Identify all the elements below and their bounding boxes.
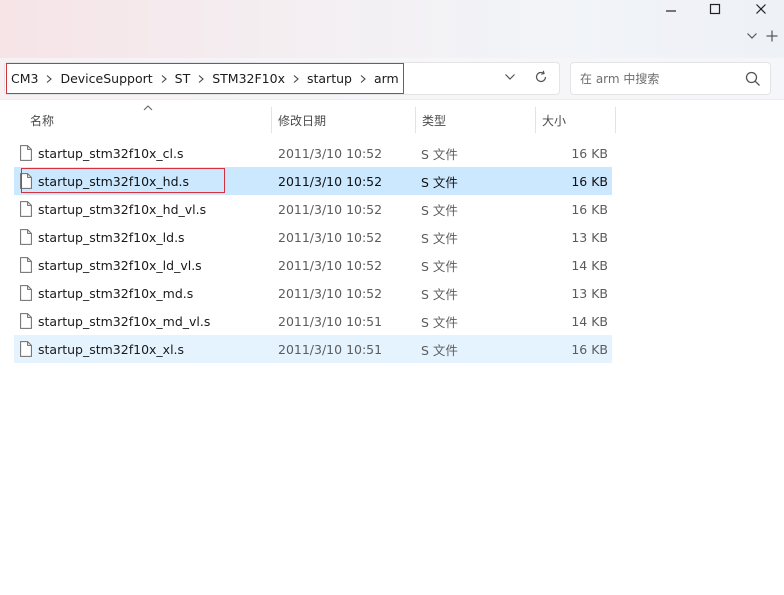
file-name[interactable]: startup_stm32f10x_hd.s: [38, 167, 189, 195]
file-date: 2011/3/10 10:52: [278, 257, 383, 273]
breadcrumb: CM3 DeviceSupport ST STM32F10x startup a…: [6, 63, 404, 94]
file-date: 2011/3/10 10:52: [278, 145, 383, 161]
file-row[interactable]: startup_stm32f10x_ld_vl.s 2011/3/10 10:52…: [14, 251, 612, 279]
file-icon: [20, 167, 34, 195]
file-size: 16 KB: [571, 341, 608, 357]
file-type: S 文件: [421, 174, 458, 190]
breadcrumb-item-stm32f10x[interactable]: STM32F10x: [212, 71, 285, 86]
tab-list-button[interactable]: [742, 28, 762, 46]
file-type: S 文件: [421, 146, 458, 162]
history-dropdown-button[interactable]: [499, 67, 521, 89]
file-name[interactable]: startup_stm32f10x_cl.s: [38, 139, 184, 167]
file-date: 2011/3/10 10:52: [278, 201, 383, 217]
file-list: startup_stm32f10x_cl.s 2011/3/10 10:52 S 文…: [14, 139, 612, 363]
column-divider[interactable]: [615, 107, 616, 133]
plus-icon: [766, 30, 778, 45]
file-name[interactable]: startup_stm32f10x_md_vl.s: [38, 307, 210, 335]
file-icon: [20, 139, 34, 167]
column-header-size[interactable]: 大小: [542, 107, 566, 133]
file-date: 2011/3/10 10:52: [278, 229, 383, 245]
file-name[interactable]: startup_stm32f10x_ld.s: [38, 223, 185, 251]
maximize-icon: [709, 3, 721, 15]
file-date: 2011/3/10 10:51: [278, 341, 383, 357]
close-button[interactable]: [738, 0, 784, 18]
breadcrumb-item-st[interactable]: ST: [175, 71, 191, 86]
file-row[interactable]: startup_stm32f10x_md.s 2011/3/10 10:52 S 文…: [14, 279, 612, 307]
file-type: S 文件: [421, 258, 458, 274]
column-divider[interactable]: [415, 107, 416, 133]
column-header-type[interactable]: 类型: [422, 107, 446, 133]
file-type: S 文件: [421, 286, 458, 302]
file-icon: [20, 279, 34, 307]
search-box[interactable]: 在 arm 中搜索: [570, 62, 771, 95]
file-type: S 文件: [421, 230, 458, 246]
search-icon[interactable]: [744, 70, 762, 88]
file-row[interactable]: startup_stm32f10x_xl.s 2011/3/10 10:51 S 文…: [14, 335, 612, 363]
file-size: 16 KB: [571, 145, 608, 161]
breadcrumb-item-startup[interactable]: startup: [307, 71, 352, 86]
breadcrumb-item-cm3[interactable]: CM3: [11, 71, 38, 86]
chevron-right-icon[interactable]: [38, 74, 60, 84]
file-date: 2011/3/10 10:51: [278, 313, 383, 329]
minimize-icon: [665, 3, 677, 15]
file-icon: [20, 251, 34, 279]
breadcrumb-item-devicesupport[interactable]: DeviceSupport: [60, 71, 152, 86]
file-size: 16 KB: [571, 201, 608, 217]
file-name[interactable]: startup_stm32f10x_ld_vl.s: [38, 251, 202, 279]
file-icon: [20, 195, 34, 223]
file-row[interactable]: startup_stm32f10x_hd.s 2011/3/10 10:52 S 文…: [14, 167, 612, 195]
refresh-icon: [534, 70, 548, 87]
file-size: 13 KB: [571, 285, 608, 301]
minimize-button[interactable]: [648, 0, 694, 18]
sort-ascending-icon: [142, 101, 154, 111]
file-name[interactable]: startup_stm32f10x_hd_vl.s: [38, 195, 206, 223]
chevron-right-icon[interactable]: [285, 74, 307, 84]
chevron-down-icon: [504, 71, 516, 85]
search-input[interactable]: 在 arm 中搜索: [580, 70, 659, 87]
file-size: 16 KB: [571, 173, 608, 189]
chevron-right-icon[interactable]: [352, 74, 374, 84]
file-type: S 文件: [421, 342, 458, 358]
file-row[interactable]: startup_stm32f10x_hd_vl.s 2011/3/10 10:52…: [14, 195, 612, 223]
chevron-right-icon[interactable]: [153, 74, 175, 84]
file-name[interactable]: startup_stm32f10x_md.s: [38, 279, 193, 307]
new-tab-button[interactable]: [762, 28, 782, 46]
file-icon: [20, 307, 34, 335]
refresh-button[interactable]: [530, 67, 552, 89]
chevron-down-icon: [746, 30, 758, 44]
file-size: 13 KB: [571, 229, 608, 245]
breadcrumb-item-arm[interactable]: arm: [374, 71, 399, 86]
close-icon: [755, 3, 767, 15]
column-header-name[interactable]: 名称: [30, 107, 54, 133]
file-type: S 文件: [421, 314, 458, 330]
file-name[interactable]: startup_stm32f10x_xl.s: [38, 335, 184, 363]
file-row[interactable]: startup_stm32f10x_cl.s 2011/3/10 10:52 S 文…: [14, 139, 612, 167]
column-divider[interactable]: [535, 107, 536, 133]
column-divider[interactable]: [271, 107, 272, 133]
column-header-date[interactable]: 修改日期: [278, 107, 326, 133]
maximize-button[interactable]: [692, 0, 738, 18]
file-row[interactable]: startup_stm32f10x_md_vl.s 2011/3/10 10:51…: [14, 307, 612, 335]
file-type: S 文件: [421, 202, 458, 218]
file-date: 2011/3/10 10:52: [278, 285, 383, 301]
file-size: 14 KB: [571, 257, 608, 273]
chevron-right-icon[interactable]: [190, 74, 212, 84]
file-date: 2011/3/10 10:52: [278, 173, 383, 189]
file-size: 14 KB: [571, 313, 608, 329]
file-icon: [20, 335, 34, 363]
file-icon: [20, 223, 34, 251]
file-row[interactable]: startup_stm32f10x_ld.s 2011/3/10 10:52 S 文…: [14, 223, 612, 251]
